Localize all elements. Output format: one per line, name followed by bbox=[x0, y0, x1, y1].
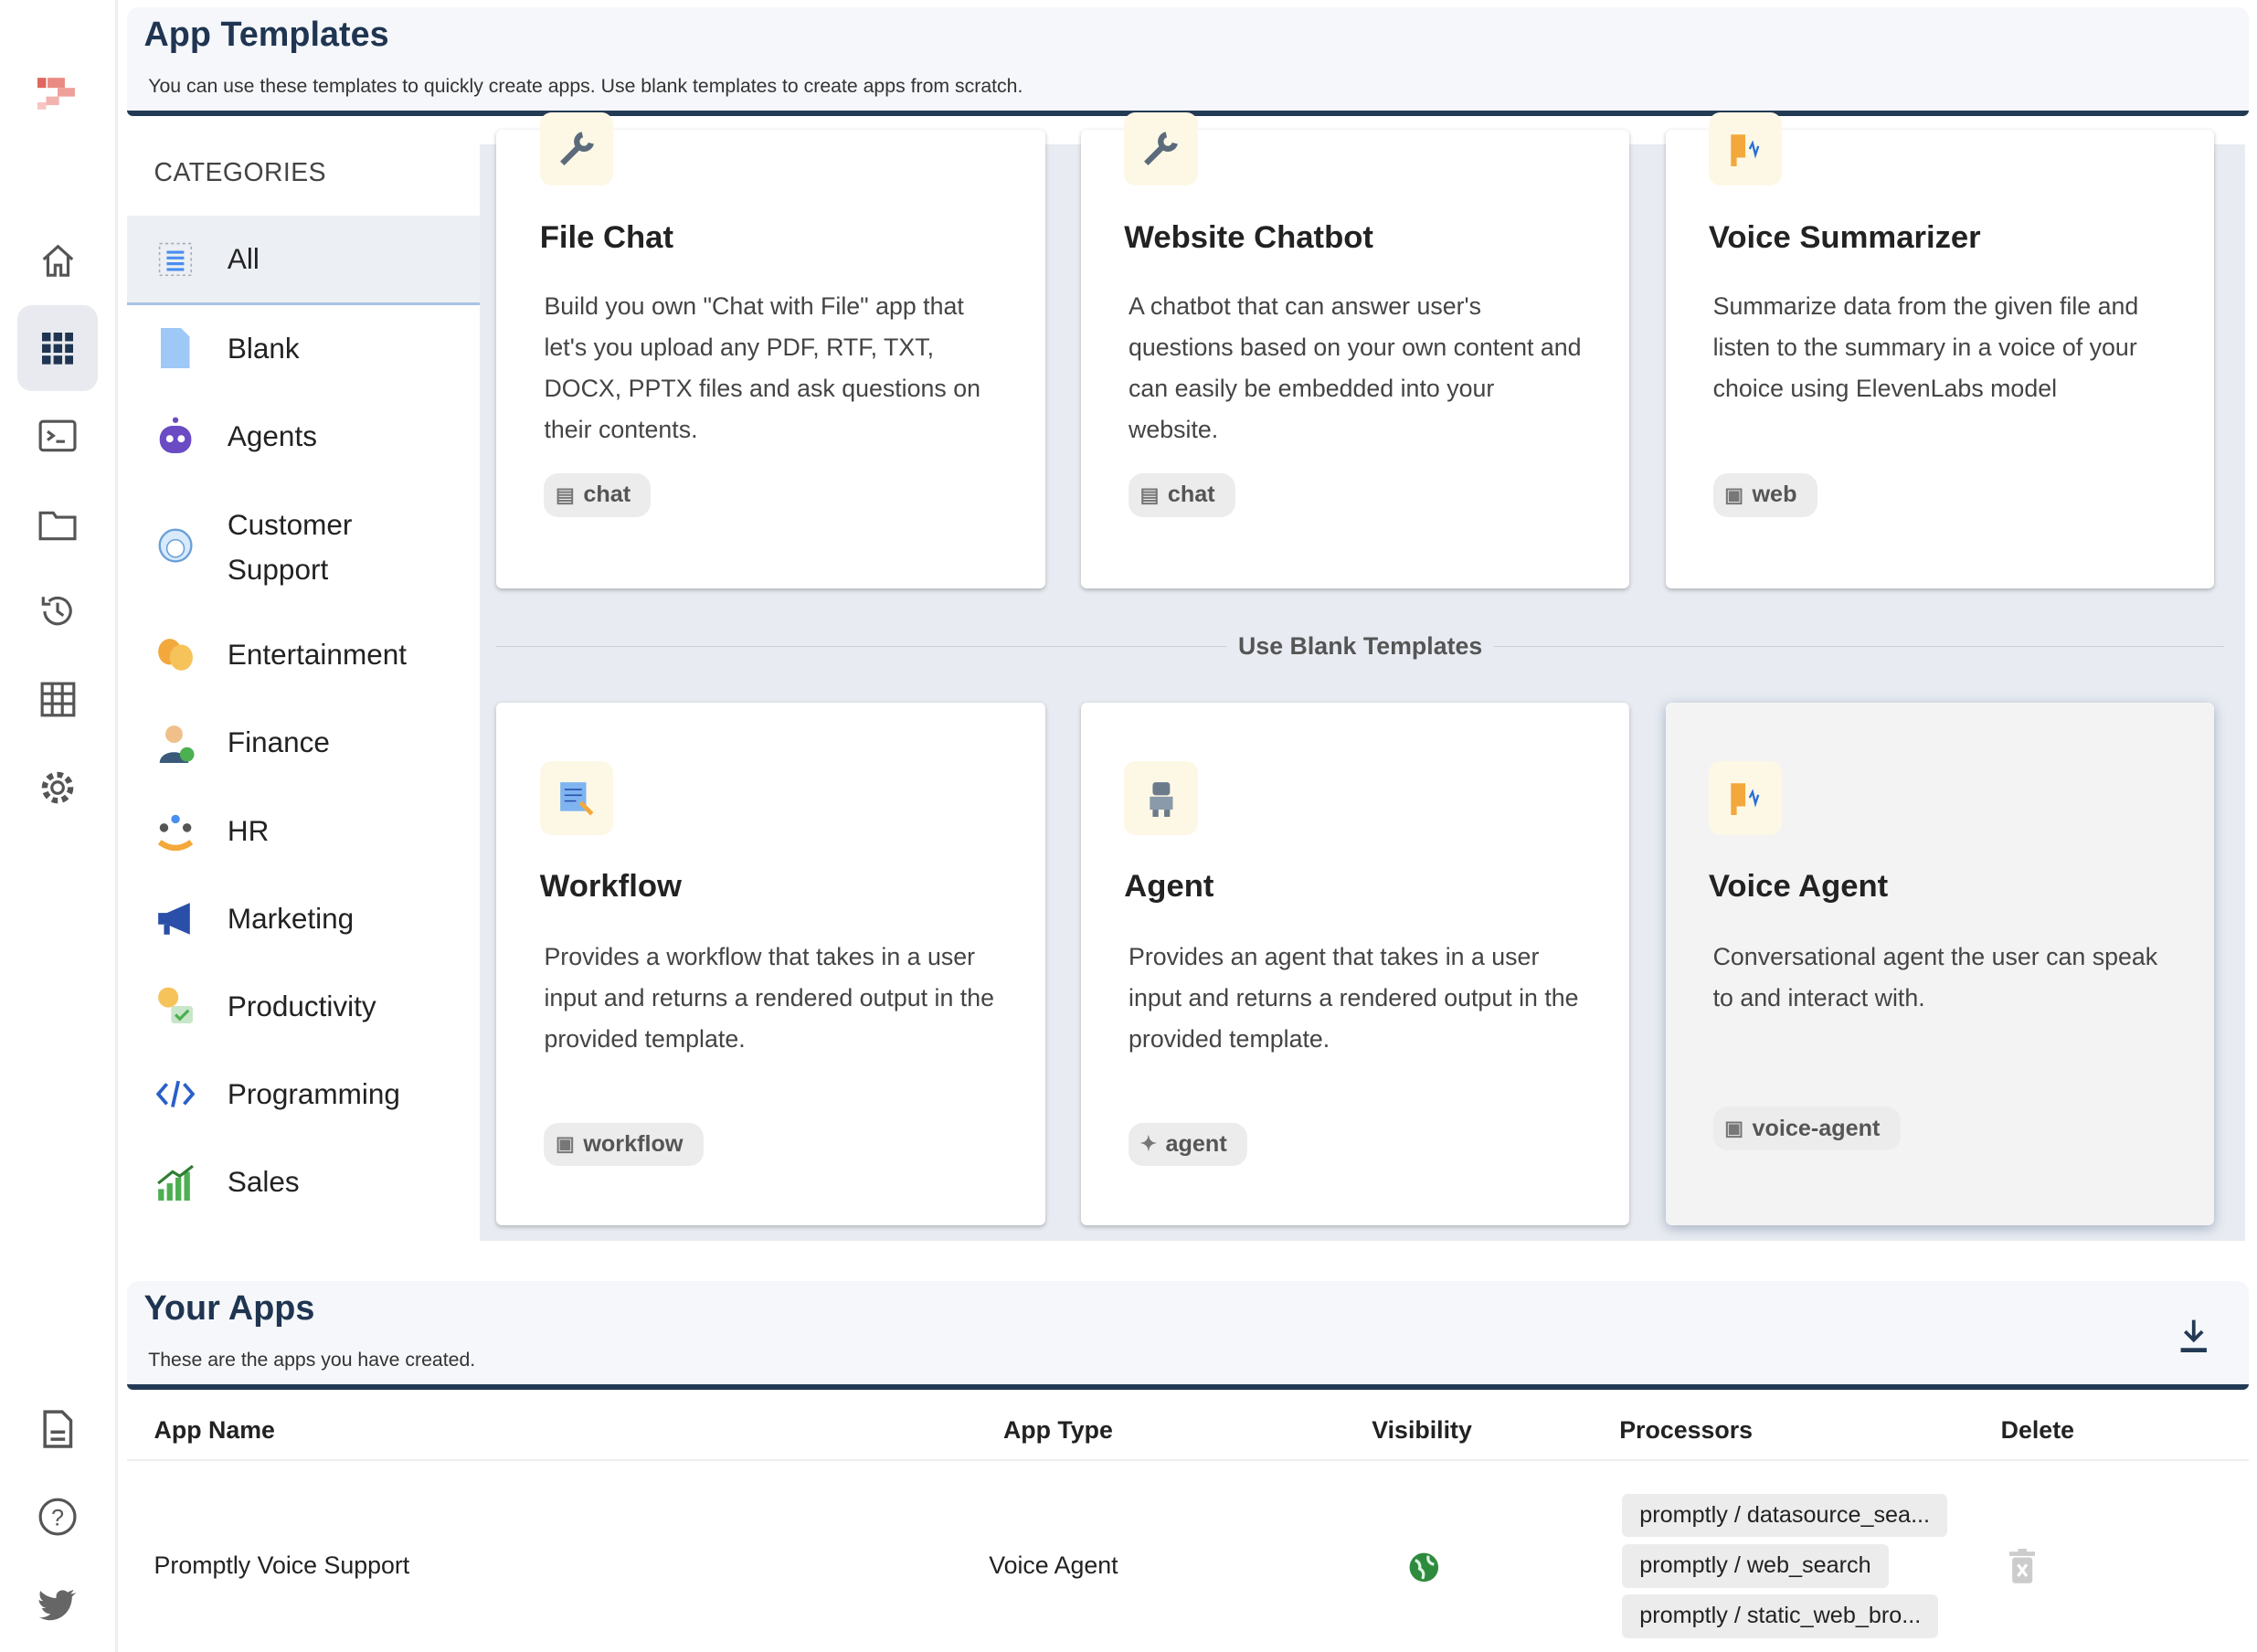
header-divider bbox=[126, 1459, 2249, 1461]
category-sales[interactable]: Sales bbox=[127, 1138, 480, 1225]
chat-icon: ▤ bbox=[1139, 482, 1160, 506]
tag-workflow: ▣ workflow bbox=[544, 1122, 704, 1166]
code-icon bbox=[155, 1074, 196, 1114]
category-all[interactable]: All bbox=[126, 216, 480, 305]
category-marketing[interactable]: Marketing bbox=[127, 875, 480, 962]
wrench-icon bbox=[539, 111, 614, 186]
support-agent-icon bbox=[155, 527, 196, 567]
logo-icon[interactable] bbox=[17, 58, 98, 127]
template-card-website-chatbot[interactable]: Website Chatbot A chatbot that can answe… bbox=[1081, 111, 1630, 589]
tag-voice-agent: ▣ voice-agent bbox=[1712, 1107, 1901, 1150]
column-processors: Processors bbox=[1619, 1416, 1754, 1445]
processor-chip: promptly / web_search bbox=[1622, 1544, 1889, 1588]
megaphone-icon bbox=[155, 898, 196, 938]
processor-chip: promptly / static_web_bro... bbox=[1622, 1594, 1939, 1638]
speaking-head-icon bbox=[1708, 111, 1783, 186]
home-icon[interactable] bbox=[17, 226, 98, 295]
settings-icon[interactable] bbox=[17, 753, 98, 822]
wrench-icon bbox=[1124, 111, 1198, 186]
app-templates-header: App Templates You can use these template… bbox=[126, 6, 2249, 117]
page-title: App Templates bbox=[143, 16, 389, 55]
category-hr[interactable]: HR bbox=[127, 788, 480, 874]
bar-chart-up-icon bbox=[155, 1161, 196, 1202]
categories-title: CATEGORIES bbox=[154, 158, 327, 188]
download-icon[interactable] bbox=[2179, 1318, 2209, 1360]
blank-card-agent[interactable]: Agent Provides an agent that takes in a … bbox=[1081, 702, 1630, 1225]
apps-grid-icon[interactable] bbox=[16, 304, 99, 392]
tag-chat: ▤ chat bbox=[544, 473, 652, 517]
delete-icon[interactable] bbox=[2009, 1549, 2036, 1590]
app-type: Voice Agent bbox=[989, 1551, 1118, 1580]
svg-text:?: ? bbox=[51, 1506, 64, 1531]
magic-wand-icon: ✦ bbox=[1139, 1132, 1158, 1156]
your-apps-header: Your Apps These are the apps you have cr… bbox=[126, 1281, 2249, 1391]
template-card-file-chat[interactable]: File Chat Build you own "Chat with File"… bbox=[496, 111, 1045, 589]
tag-chat: ▤ chat bbox=[1128, 473, 1235, 517]
column-app-type: App Type bbox=[1002, 1416, 1113, 1445]
category-productivity[interactable]: Productivity bbox=[127, 963, 480, 1050]
table-icon[interactable] bbox=[17, 665, 98, 735]
page-subtitle: You can use these templates to quickly c… bbox=[148, 74, 1023, 97]
column-app-name: App Name bbox=[154, 1416, 275, 1445]
robot-icon bbox=[155, 416, 196, 456]
help-icon[interactable]: ? bbox=[17, 1483, 98, 1552]
theater-masks-icon bbox=[155, 635, 196, 675]
categories-panel: CATEGORIES All Blank Agents Customer Sup… bbox=[126, 143, 480, 1241]
apps-table: App Name App Type Visibility Processors … bbox=[126, 1393, 2249, 1652]
your-apps-subtitle: These are the apps you have created. bbox=[148, 1349, 476, 1371]
document-edit-icon bbox=[539, 761, 614, 835]
list-icon bbox=[155, 238, 196, 279]
folder-icon[interactable] bbox=[17, 490, 98, 559]
speaking-head-icon bbox=[1708, 761, 1783, 835]
tag-web: ▣ web bbox=[1712, 473, 1817, 517]
terminal-icon[interactable] bbox=[17, 402, 98, 471]
your-apps-title: Your Apps bbox=[143, 1289, 315, 1329]
web-window-icon: ▣ bbox=[1724, 1117, 1744, 1139]
templates-area: File Chat Build you own "Chat with File"… bbox=[479, 111, 2246, 1241]
category-customer-support[interactable]: Customer Support bbox=[127, 490, 480, 605]
column-visibility: Visibility bbox=[1372, 1416, 1472, 1445]
category-entertainment[interactable]: Entertainment bbox=[127, 611, 480, 698]
chat-icon: ▤ bbox=[556, 482, 575, 506]
category-finance[interactable]: Finance bbox=[127, 700, 480, 787]
history-icon[interactable] bbox=[17, 577, 98, 647]
finance-person-icon bbox=[155, 723, 196, 763]
nav-rail: ? bbox=[0, 0, 119, 1652]
lightbulb-check-icon bbox=[155, 986, 196, 1026]
blank-page-icon bbox=[155, 328, 196, 369]
template-card-voice-summarizer[interactable]: Voice Summarizer Summarize data from the… bbox=[1665, 111, 2214, 589]
document-icon[interactable] bbox=[17, 1394, 98, 1464]
category-blank[interactable]: Blank bbox=[127, 305, 480, 392]
processor-chip: promptly / datasource_sea... bbox=[1622, 1494, 1947, 1538]
column-delete: Delete bbox=[2000, 1416, 2074, 1445]
blank-card-workflow[interactable]: Workflow Provides a workflow that takes … bbox=[496, 702, 1045, 1225]
app-name-link[interactable]: Promptly Voice Support bbox=[154, 1551, 410, 1580]
category-programming[interactable]: Programming bbox=[127, 1051, 480, 1138]
globe-icon bbox=[1408, 1551, 1440, 1590]
twitter-icon[interactable] bbox=[17, 1571, 98, 1640]
web-window-icon: ▣ bbox=[1724, 482, 1744, 506]
hr-people-icon bbox=[155, 810, 196, 851]
blank-card-voice-agent[interactable]: Voice Agent Conversational agent the use… bbox=[1665, 702, 2214, 1225]
robot-icon bbox=[1124, 761, 1198, 835]
category-agents[interactable]: Agents bbox=[127, 393, 480, 480]
web-window-icon: ▣ bbox=[556, 1132, 575, 1156]
tag-agent: ✦ agent bbox=[1128, 1122, 1247, 1166]
blank-templates-divider: Use Blank Templates bbox=[496, 630, 2224, 662]
